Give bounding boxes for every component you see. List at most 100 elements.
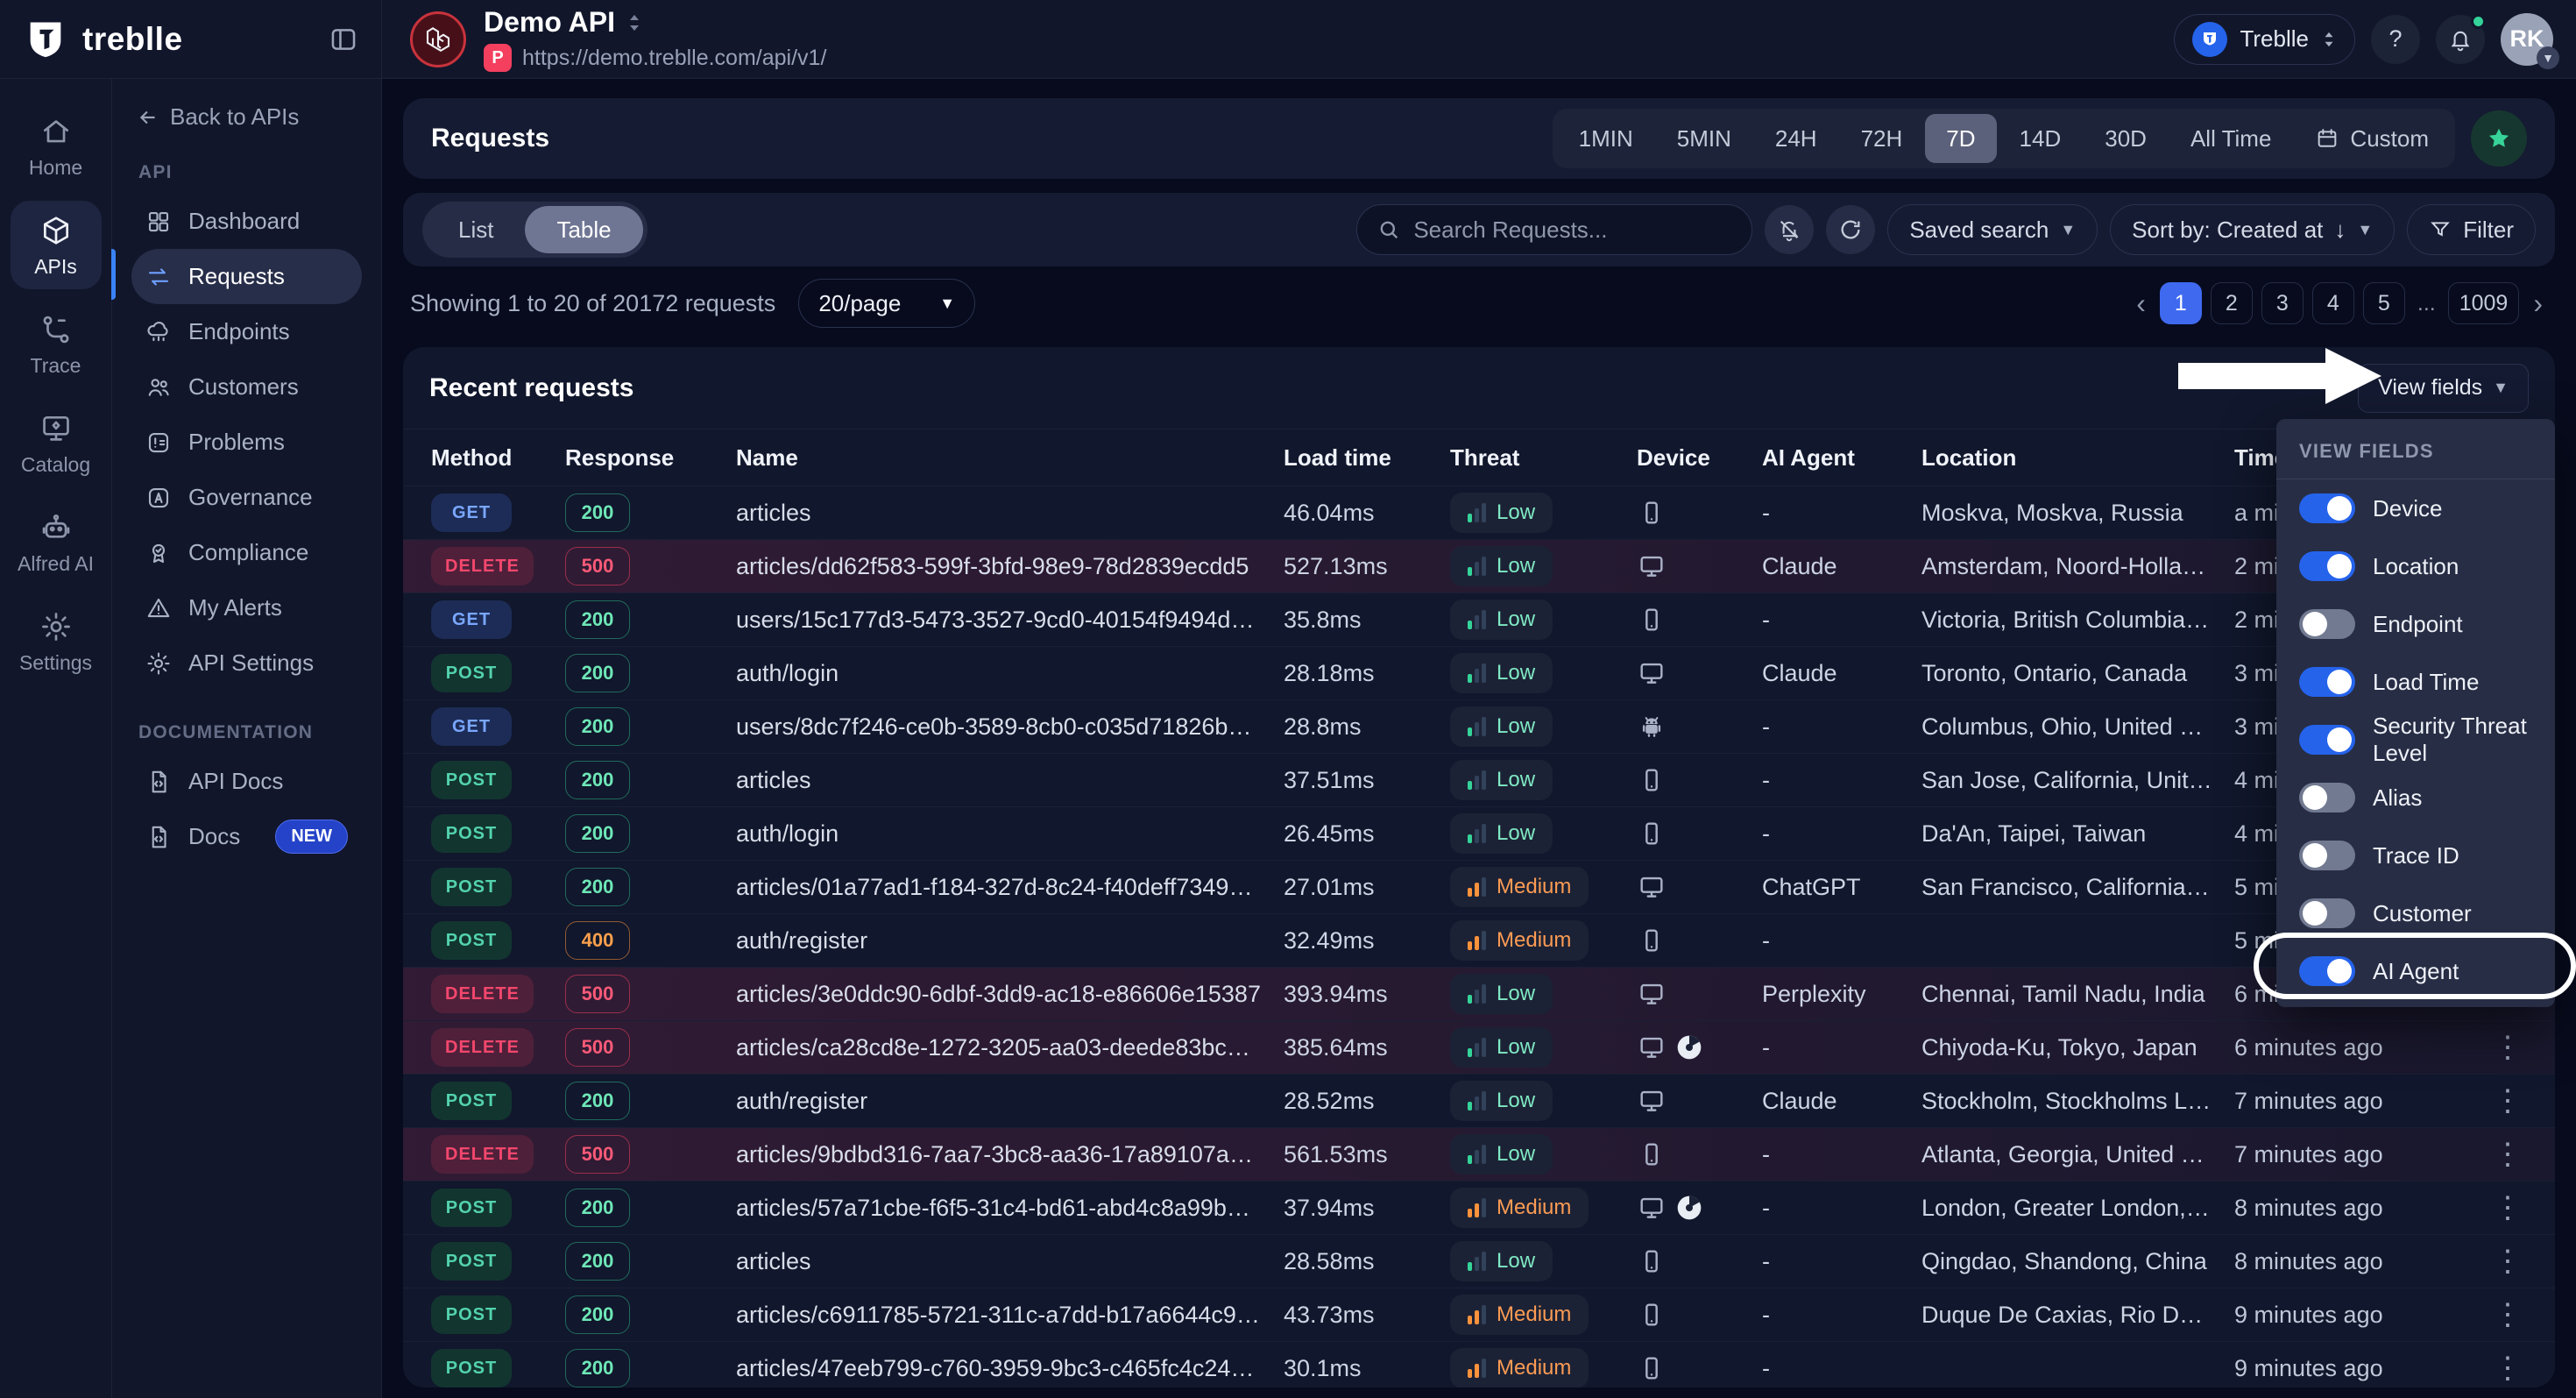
- table-row[interactable]: POST200articles/57a71cbe-f6f5-31c4-bd61-…: [403, 1181, 2555, 1234]
- page-button-2[interactable]: 2: [2211, 282, 2253, 324]
- sidebar-item-governance[interactable]: Governance: [131, 470, 362, 525]
- row-menu-button[interactable]: ⋮: [2488, 1300, 2527, 1330]
- toggle-device[interactable]: [2299, 493, 2355, 523]
- notifications-button[interactable]: [2436, 15, 2485, 64]
- view-field-item-load-time[interactable]: Load Time: [2276, 653, 2555, 711]
- time-range-72h[interactable]: 72H: [1840, 114, 1924, 163]
- view-field-item-alias[interactable]: Alias: [2276, 769, 2555, 827]
- sort-dropdown[interactable]: Sort by: Created at ↓ ▼: [2110, 204, 2395, 255]
- table-row[interactable]: POST400auth/register32.49msMedium-5 minu…: [403, 913, 2555, 967]
- rail-item-settings[interactable]: Settings: [11, 597, 102, 685]
- table-row[interactable]: POST200auth/register28.52msLowClaudeStoc…: [403, 1074, 2555, 1127]
- prev-page-button[interactable]: ‹: [2131, 287, 2151, 320]
- toggle-security-threat-level[interactable]: [2299, 725, 2355, 755]
- toggle-endpoint[interactable]: [2299, 609, 2355, 639]
- view-field-item-trace-id[interactable]: Trace ID: [2276, 827, 2555, 884]
- column-header-ai-agent: AI Agent: [1762, 444, 1921, 472]
- view-field-item-endpoint[interactable]: Endpoint: [2276, 595, 2555, 653]
- rail-item-alfred-ai[interactable]: Alfred AI: [11, 498, 102, 586]
- threat-badge: Low: [1450, 546, 1553, 586]
- view-field-item-security-threat-level[interactable]: Security Threat Level: [2276, 711, 2555, 769]
- table-row[interactable]: POST200auth/login28.18msLowClaudeToronto…: [403, 646, 2555, 699]
- back-to-apis[interactable]: Back to APIs: [131, 103, 362, 131]
- per-page-select[interactable]: 20/page ▼: [798, 279, 975, 328]
- view-tab-list[interactable]: List: [427, 206, 525, 253]
- sidebar-item-docs[interactable]: DocsNEW: [131, 809, 362, 864]
- threat-badge: Low: [1450, 813, 1553, 854]
- user-avatar[interactable]: RK ▼: [2501, 13, 2553, 66]
- time-range-5min[interactable]: 5MIN: [1656, 114, 1752, 163]
- saved-search-dropdown[interactable]: Saved search ▼: [1887, 204, 2098, 255]
- sidebar-item-customers[interactable]: Customers: [131, 359, 362, 415]
- table-row[interactable]: POST200articles37.51msLow-San Jose, Cali…: [403, 753, 2555, 806]
- search-input[interactable]: [1413, 216, 1732, 244]
- view-field-item-location[interactable]: Location: [2276, 537, 2555, 595]
- toggle-customer[interactable]: [2299, 898, 2355, 928]
- requests-table-panel: Recent requests View fields ▼ MethodResp…: [403, 347, 2555, 1387]
- table-row[interactable]: POST200auth/login26.45msLow-Da'An, Taipe…: [403, 806, 2555, 860]
- view-fields-button[interactable]: View fields ▼: [2358, 364, 2529, 413]
- table-row[interactable]: DELETE500articles/9bdbd316-7aa7-3bc8-aa3…: [403, 1127, 2555, 1181]
- sidebar-item-endpoints[interactable]: Endpoints: [131, 304, 362, 359]
- table-row[interactable]: POST200articles28.58msLow-Qingdao, Shand…: [403, 1234, 2555, 1288]
- row-menu-button[interactable]: ⋮: [2488, 1086, 2527, 1116]
- page-button-1009[interactable]: 1009: [2448, 282, 2520, 324]
- table-row[interactable]: POST200articles/01a77ad1-f184-327d-8c24-…: [403, 860, 2555, 913]
- toggle-alias[interactable]: [2299, 783, 2355, 813]
- toggle-trace-id[interactable]: [2299, 841, 2355, 870]
- sidebar-item-api-settings[interactable]: API Settings: [131, 635, 362, 691]
- sidebar-item-api-docs[interactable]: API Docs: [131, 754, 362, 809]
- refresh-button[interactable]: [1826, 205, 1875, 254]
- table-row[interactable]: DELETE500articles/dd62f583-599f-3bfd-98e…: [403, 539, 2555, 593]
- sidebar-collapse-icon[interactable]: [329, 25, 358, 54]
- rail-item-apis[interactable]: APIs: [11, 201, 102, 289]
- toggle-load-time[interactable]: [2299, 667, 2355, 697]
- favorite-button[interactable]: [2471, 110, 2527, 167]
- sidebar-item-my-alerts[interactable]: My Alerts: [131, 580, 362, 635]
- method-badge: DELETE: [431, 1135, 534, 1174]
- workspace-switcher[interactable]: Treblle: [2174, 14, 2355, 65]
- row-menu-button[interactable]: ⋮: [2488, 1139, 2527, 1169]
- next-page-button[interactable]: ›: [2528, 287, 2548, 320]
- table-row[interactable]: GET200users/15c177d3-5473-3527-9cd0-4015…: [403, 593, 2555, 646]
- ai-agent: Claude: [1762, 1088, 1921, 1115]
- table-row[interactable]: POST200articles/47eeb799-c760-3959-9bc3-…: [403, 1341, 2555, 1387]
- time-range-all-time[interactable]: All Time: [2169, 114, 2292, 163]
- page-button-3[interactable]: 3: [2261, 282, 2304, 324]
- sidebar-item-problems[interactable]: Problems: [131, 415, 362, 470]
- table-row[interactable]: GET200articles46.04msLow-Moskva, Moskva,…: [403, 486, 2555, 539]
- view-tab-table[interactable]: Table: [525, 206, 642, 253]
- time-range-14d[interactable]: 14D: [1999, 114, 2083, 163]
- page-button-4[interactable]: 4: [2312, 282, 2354, 324]
- time-range-7d[interactable]: 7D: [1925, 114, 1996, 163]
- mute-alerts-button[interactable]: [1765, 205, 1814, 254]
- page-button-1[interactable]: 1: [2160, 282, 2202, 324]
- rail-item-home[interactable]: Home: [11, 102, 102, 190]
- project-name[interactable]: Demo API: [484, 6, 615, 39]
- help-button[interactable]: ?: [2371, 15, 2420, 64]
- status-badge: 200: [565, 1349, 630, 1387]
- table-row[interactable]: GET200users/8dc7f246-ce0b-3589-8cb0-c035…: [403, 699, 2555, 753]
- toggle-location[interactable]: [2299, 551, 2355, 581]
- time-range-1min[interactable]: 1MIN: [1558, 114, 1654, 163]
- filter-button[interactable]: Filter: [2407, 204, 2536, 255]
- table-row[interactable]: POST200articles/c6911785-5721-311c-a7dd-…: [403, 1288, 2555, 1341]
- view-field-item-device[interactable]: Device: [2276, 479, 2555, 537]
- project-switcher-icon[interactable]: [626, 12, 643, 33]
- time-range-custom[interactable]: Custom: [2294, 114, 2450, 163]
- avatar-initials: RK: [2510, 25, 2544, 53]
- page-button-5[interactable]: 5: [2363, 282, 2405, 324]
- sidebar-item-requests[interactable]: Requests: [131, 249, 362, 304]
- rail-item-catalog[interactable]: Catalog: [11, 399, 102, 487]
- sidebar-item-dashboard[interactable]: Dashboard: [131, 194, 362, 249]
- time-range-24h[interactable]: 24H: [1754, 114, 1838, 163]
- row-menu-button[interactable]: ⋮: [2488, 1246, 2527, 1276]
- sidebar-item-compliance[interactable]: Compliance: [131, 525, 362, 580]
- time-range-30d[interactable]: 30D: [2084, 114, 2168, 163]
- row-menu-button[interactable]: ⋮: [2488, 1033, 2527, 1062]
- table-row[interactable]: DELETE500articles/3e0ddc90-6dbf-3dd9-ac1…: [403, 967, 2555, 1020]
- row-menu-button[interactable]: ⋮: [2488, 1193, 2527, 1223]
- rail-item-trace[interactable]: Trace: [11, 300, 102, 388]
- row-menu-button[interactable]: ⋮: [2488, 1353, 2527, 1383]
- table-row[interactable]: DELETE500articles/ca28cd8e-1272-3205-aa0…: [403, 1020, 2555, 1074]
